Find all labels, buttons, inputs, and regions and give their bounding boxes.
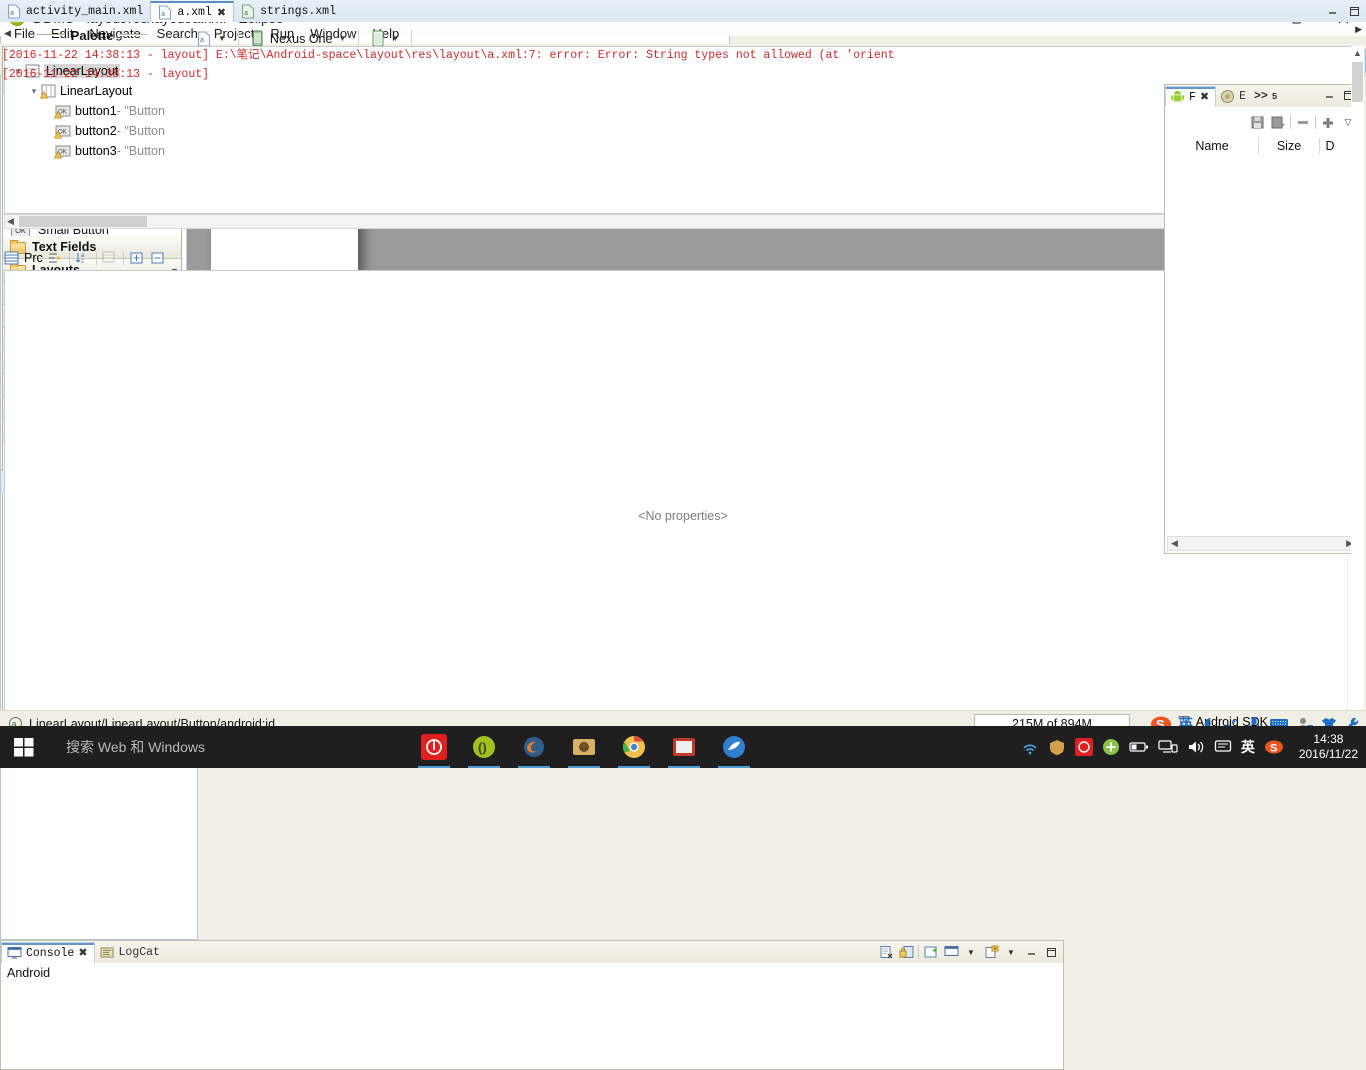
console-line: [2016-11-22 14:38:13 - layout] — [2, 68, 210, 81]
taskbar-app-eclipse[interactable]: () — [460, 726, 508, 768]
chevron-down-icon[interactable]: ▼ — [338, 34, 346, 43]
console-vscrollbar[interactable]: ▲ ▼ — [1351, 46, 1364, 750]
console-tabbar: Console ✖ LogCat ▼ ▼ — [1, 941, 1063, 963]
explorer-icon — [723, 736, 745, 758]
device-icon — [252, 30, 263, 47]
chevron-down-icon[interactable]: ▼ — [391, 34, 399, 43]
editor-panel-tools — [1324, 3, 1362, 19]
svg-text:S: S — [1270, 743, 1277, 755]
config-chooser-icon: a — [198, 31, 210, 46]
xml-file-icon: a — [8, 4, 20, 19]
media-icon — [673, 738, 695, 756]
netease-music-icon — [421, 734, 447, 760]
portrait-icon — [372, 30, 384, 47]
console-icon — [7, 947, 22, 959]
svg-text:a: a — [200, 37, 204, 44]
scroll-up-icon[interactable]: ▲ — [1351, 46, 1364, 60]
svg-text:a: a — [10, 10, 14, 18]
taskbar-app-chrome[interactable] — [610, 726, 658, 768]
photo-icon — [573, 739, 595, 755]
minimize-icon[interactable] — [1023, 944, 1039, 960]
svg-text:a: a — [244, 10, 248, 18]
minimize-icon[interactable] — [1324, 3, 1340, 19]
security-icon — [1049, 740, 1064, 755]
taskbar-app-firefox[interactable] — [510, 726, 558, 768]
update-icon — [1102, 739, 1119, 755]
console-view: Console ✖ LogCat ▼ ▼ Android [2016-11-22… — [0, 46, 1364, 1070]
battery-icon — [1129, 742, 1148, 752]
clear-console-icon[interactable] — [878, 944, 894, 960]
close-icon[interactable]: ✖ — [78, 946, 87, 960]
logcat-tab-label: LogCat — [118, 946, 160, 959]
taskbar-app-photo[interactable] — [560, 726, 608, 768]
chevron-down-icon[interactable]: ▼ — [963, 944, 979, 960]
display-console-icon[interactable] — [943, 944, 959, 960]
console-tab-label: Console — [26, 946, 75, 960]
palette-header: Palette — [2, 24, 182, 46]
network-icon — [1158, 740, 1178, 753]
windows-start-icon[interactable] — [0, 726, 48, 768]
eclipse-icon: () — [473, 736, 495, 758]
pin-console-icon[interactable] — [923, 944, 939, 960]
taskbar-app-explorer[interactable] — [710, 726, 758, 768]
console-line: [2016-11-22 14:38:13 - layout] E:\笔记\And… — [2, 49, 895, 62]
chrome-icon — [623, 736, 645, 758]
taskbar-search-placeholder: 搜索 Web 和 Windows — [66, 739, 205, 755]
clock-date: 2016/11/22 — [1298, 747, 1358, 761]
console-tools: ▼ ▼ — [878, 944, 1059, 960]
editor-tabbar: a activity_main.xml a a.xml ✖ a strings.… — [0, 0, 1366, 22]
editor-tab-label: activity_main.xml — [26, 5, 144, 18]
scroll-lock-icon[interactable] — [898, 944, 914, 960]
palette-header-label: Palette — [70, 27, 114, 43]
chevron-left-icon[interactable]: ◀ — [4, 28, 11, 39]
taskbar-app-media[interactable] — [660, 726, 708, 768]
tab-console[interactable]: Console ✖ — [1, 942, 95, 963]
taskbar-apps: () — [410, 726, 758, 768]
ime-indicator[interactable]: 英 — [1241, 737, 1255, 757]
open-console-icon[interactable] — [983, 944, 999, 960]
netease-icon — [1074, 738, 1093, 756]
chevron-down-icon[interactable]: ▼ — [218, 34, 226, 43]
editor-tab-strings-xml[interactable]: a strings.xml — [234, 1, 343, 22]
chevron-right-icon[interactable]: ▶ — [1355, 24, 1362, 35]
device-label: Nexus One — [269, 31, 333, 46]
maximize-icon[interactable] — [1346, 3, 1362, 19]
close-icon[interactable]: ✖ — [217, 6, 226, 20]
svg-text:a: a — [161, 11, 165, 19]
console-output[interactable]: [2016-11-22 14:38:13 - layout] E:\笔记\And… — [2, 46, 1351, 750]
tab-logcat[interactable]: LogCat — [95, 942, 166, 963]
windows-taskbar: 搜索 Web 和 Windows () 英 S 14:38 2016/11/22 — [0, 726, 1366, 768]
volume-icon — [1188, 741, 1204, 753]
taskbar-search[interactable]: 搜索 Web 和 Windows — [48, 726, 398, 768]
wifi-icon — [1023, 744, 1037, 755]
editor-tab-a-xml[interactable]: a a.xml ✖ — [150, 1, 235, 22]
taskbar-app-netease-music[interactable] — [410, 726, 458, 768]
system-tray: 英 S 14:38 2016/11/22 — [1021, 726, 1366, 768]
taskbar-clock[interactable]: 14:38 2016/11/22 — [1293, 732, 1358, 762]
maximize-icon[interactable] — [1043, 944, 1059, 960]
xml-file-icon: a — [159, 5, 172, 20]
clock-time: 14:38 — [1313, 732, 1344, 746]
editor-tab-label: strings.xml — [260, 5, 336, 18]
xml-file-icon: a — [242, 4, 255, 19]
eclipse-window: DDMS - layout/res/layout/a.xml - Eclipse… — [0, 0, 1366, 1070]
scroll-thumb[interactable] — [1352, 62, 1363, 102]
notifications-icon — [1214, 740, 1231, 752]
svg-text:(): () — [478, 740, 487, 755]
logcat-icon — [100, 947, 114, 957]
editor-tab-activity-main[interactable]: a activity_main.xml — [0, 1, 150, 22]
console-subtitle: Android — [7, 966, 51, 980]
sogou-icon: S — [1264, 740, 1283, 755]
chevron-down-icon[interactable]: ▼ — [1003, 944, 1019, 960]
firefox-icon — [524, 737, 544, 757]
editor-tab-label: a.xml — [177, 6, 212, 19]
